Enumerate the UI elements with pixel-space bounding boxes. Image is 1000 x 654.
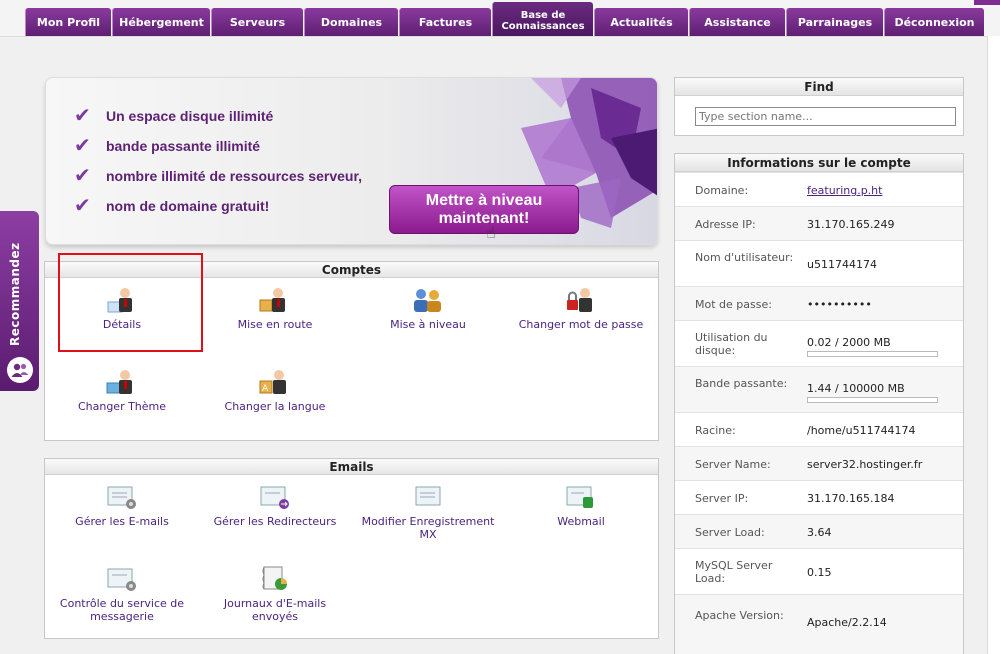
account-row-ip: Adresse IP: 31.170.165.249	[675, 206, 963, 240]
svg-text:A: A	[262, 384, 269, 394]
recommend-label: Recommandez	[8, 242, 22, 346]
domain-link[interactable]: featuring.p.ht	[807, 184, 882, 197]
journaux-emails-link[interactable]: Journaux d'E-mails envoyés	[200, 565, 350, 623]
find-title: Find	[675, 78, 963, 96]
page-right-edge	[987, 36, 1000, 654]
account-row-apache: Apache Version: Apache/2.2.14	[675, 594, 963, 654]
check-icon: ✔	[74, 135, 91, 157]
emails-panel: Emails Gérer les E-mails Gérer les Redir…	[44, 458, 659, 639]
feature-item: ✔ bande passante illimité	[74, 135, 261, 157]
tab-parrainages[interactable]: Parrainages	[786, 8, 883, 36]
feature-item: ✔ nombre illimité de ressources serveur,	[74, 165, 363, 187]
change-language-icon: A	[200, 368, 350, 396]
manage-email-icon	[47, 483, 197, 511]
gerer-emails-link[interactable]: Gérer les E-mails	[47, 483, 197, 528]
getting-started-icon	[200, 286, 350, 314]
check-icon: ✔	[74, 165, 91, 187]
email-forwarders-icon	[200, 483, 350, 511]
modifier-mx-link[interactable]: Modifier Enregistrement MX	[353, 483, 503, 541]
webmail-link[interactable]: Webmail	[506, 483, 656, 528]
account-row-server-ip: Server IP: 31.170.165.184	[675, 480, 963, 514]
users-icon	[7, 357, 33, 383]
check-icon: ✔	[74, 105, 91, 127]
changer-mot-de-passe-link[interactable]: Changer mot de passe	[506, 286, 656, 331]
changer-theme-link[interactable]: Changer Thème	[47, 368, 197, 413]
hand-cursor-icon: ☝	[486, 223, 496, 242]
tab-factures[interactable]: Factures	[399, 8, 491, 36]
top-navigation: Mon Profil Hébergement Serveurs Domaines…	[0, 0, 1000, 37]
mise-en-route-link[interactable]: Mise en route	[200, 286, 350, 331]
feature-item: ✔ Un espace disque illimité	[74, 105, 274, 127]
tab-actualites[interactable]: Actualités	[594, 8, 688, 36]
upgrade-users-icon	[353, 286, 503, 314]
account-info-title: Informations sur le compte	[675, 154, 963, 172]
bandwidth-bar	[807, 397, 938, 403]
disk-usage-bar	[807, 351, 938, 357]
mail-service-control-icon	[47, 565, 197, 593]
account-row-bandwidth: Bande passante: 1.44 / 100000 MB	[675, 366, 963, 412]
tab-domaines[interactable]: Domaines	[304, 8, 398, 36]
account-row-server-load: Server Load: 3.64	[675, 514, 963, 548]
check-icon: ✔	[74, 195, 91, 217]
account-row-disk: Utilisation du disque: 0.02 / 2000 MB	[675, 320, 963, 366]
find-box: Find	[674, 77, 964, 136]
nav-divider	[0, 36, 1000, 37]
nav-corner	[974, 0, 1000, 5]
email-logs-icon	[200, 565, 350, 593]
find-section-input[interactable]	[695, 107, 956, 126]
tab-base-de-connaissances[interactable]: Base de Connaissances	[492, 2, 593, 36]
emails-title: Emails	[45, 459, 658, 475]
details-highlight-box	[58, 253, 203, 352]
feature-item: ✔ nom de domaine gratuit!	[74, 195, 270, 217]
account-row-username: Nom d'utilisateur: u511744174	[675, 240, 963, 286]
change-theme-icon	[47, 368, 197, 396]
account-row-password: Mot de passe: ••••••••••	[675, 286, 963, 320]
account-row-root: Racine: /home/u511744174	[675, 412, 963, 446]
tab-hebergement[interactable]: Hébergement	[112, 8, 210, 36]
gerer-redirecteurs-link[interactable]: Gérer les Redirecteurs	[200, 483, 350, 528]
account-row-domain: Domaine: featuring.p.ht	[675, 172, 963, 206]
recommend-tab[interactable]: Recommandez	[0, 211, 39, 391]
tab-mon-profil[interactable]: Mon Profil	[25, 8, 111, 36]
account-row-mysql-load: MySQL Server Load: 0.15	[675, 548, 963, 594]
tab-deconnexion[interactable]: Déconnexion	[884, 8, 984, 36]
webmail-icon	[506, 483, 656, 511]
tab-serveurs[interactable]: Serveurs	[211, 8, 303, 36]
tab-assistance[interactable]: Assistance	[689, 8, 785, 36]
upgrade-banner: ✔ Un espace disque illimité ✔ bande passan…	[45, 77, 658, 245]
upgrade-now-button[interactable]: Mettre à niveau maintenant!	[389, 185, 579, 234]
changer-la-langue-link[interactable]: A Changer la langue	[200, 368, 350, 413]
account-info-box: Informations sur le compte Domaine: feat…	[674, 153, 964, 654]
controle-messagerie-link[interactable]: Contrôle du service de messagerie	[47, 565, 197, 623]
mise-a-niveau-link[interactable]: Mise à niveau	[353, 286, 503, 331]
mx-record-icon	[353, 483, 503, 511]
account-row-server-name: Server Name: server32.hostinger.fr	[675, 446, 963, 480]
change-password-icon	[506, 286, 656, 314]
